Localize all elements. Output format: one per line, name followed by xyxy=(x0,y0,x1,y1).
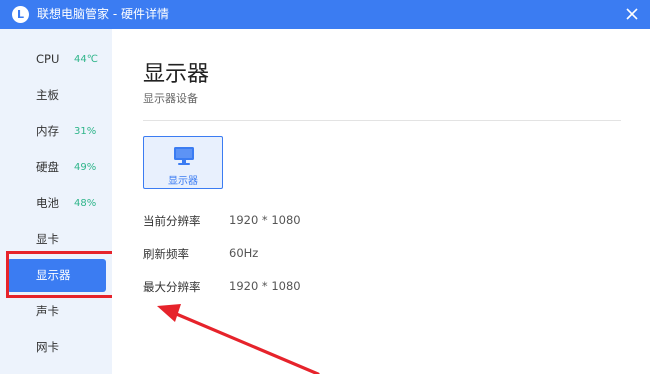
sidebar: CPU 44℃ 主板 内存 31% 硬盘 49% 电池 48% 显卡 显示器 声… xyxy=(0,29,112,374)
sidebar-item-cpu[interactable]: CPU 44℃ xyxy=(7,43,106,76)
spec-key-current-resolution: 当前分辨率 xyxy=(143,214,201,228)
sidebar-item-network-card[interactable]: 网卡 xyxy=(7,331,106,364)
sidebar-item-label: 硬盘 xyxy=(36,160,59,174)
divider xyxy=(143,120,621,121)
sidebar-item-disk[interactable]: 硬盘 49% xyxy=(7,151,106,184)
sidebar-item-label: 主板 xyxy=(36,88,59,102)
spec-key-max-resolution: 最大分辨率 xyxy=(143,280,201,294)
close-icon xyxy=(626,8,638,20)
page-title: 显示器 xyxy=(143,62,210,87)
disk-usage: 49% xyxy=(74,162,97,173)
monitor-icon xyxy=(174,147,194,165)
sidebar-item-label: 显卡 xyxy=(36,232,59,246)
sidebar-item-label: CPU xyxy=(36,52,60,66)
spec-key-refresh-rate: 刷新频率 xyxy=(143,247,189,261)
battery-level: 48% xyxy=(74,198,97,209)
sidebar-item-motherboard[interactable]: 主板 xyxy=(7,79,106,112)
sidebar-item-sound-card[interactable]: 声卡 xyxy=(7,295,106,328)
title-bar: L 联想电脑管家 - 硬件详情 xyxy=(0,0,650,29)
sidebar-item-battery[interactable]: 电池 48% xyxy=(7,187,106,220)
device-card-monitor[interactable]: 显示器 xyxy=(143,136,223,189)
window-title: 联想电脑管家 - 硬件详情 xyxy=(37,7,169,21)
page-subtitle: 显示器设备 xyxy=(143,92,198,105)
close-button[interactable] xyxy=(622,4,642,24)
app-logo-letter: L xyxy=(16,8,24,21)
sidebar-item-gpu[interactable]: 显卡 xyxy=(7,223,106,256)
sidebar-item-label: 网卡 xyxy=(36,340,59,354)
spec-value-refresh-rate: 60Hz xyxy=(229,246,259,260)
sidebar-item-label: 显示器 xyxy=(36,268,71,282)
main-panel: 显示器 显示器设备 显示器 当前分辨率 1920 * 1080 刷新频率 60H… xyxy=(112,29,650,374)
device-card-label: 显示器 xyxy=(168,176,198,187)
app-logo-icon: L xyxy=(12,6,29,23)
sidebar-item-label: 声卡 xyxy=(36,304,59,318)
cpu-temperature: 44℃ xyxy=(74,54,98,65)
spec-value-max-resolution: 1920 * 1080 xyxy=(229,279,301,293)
spec-value-current-resolution: 1920 * 1080 xyxy=(229,213,301,227)
sidebar-item-monitor[interactable]: 显示器 xyxy=(7,259,106,292)
sidebar-item-label: 电池 xyxy=(36,196,59,210)
sidebar-item-label: 内存 xyxy=(36,124,59,138)
memory-usage: 31% xyxy=(74,126,97,137)
sidebar-item-memory[interactable]: 内存 31% xyxy=(7,115,106,148)
